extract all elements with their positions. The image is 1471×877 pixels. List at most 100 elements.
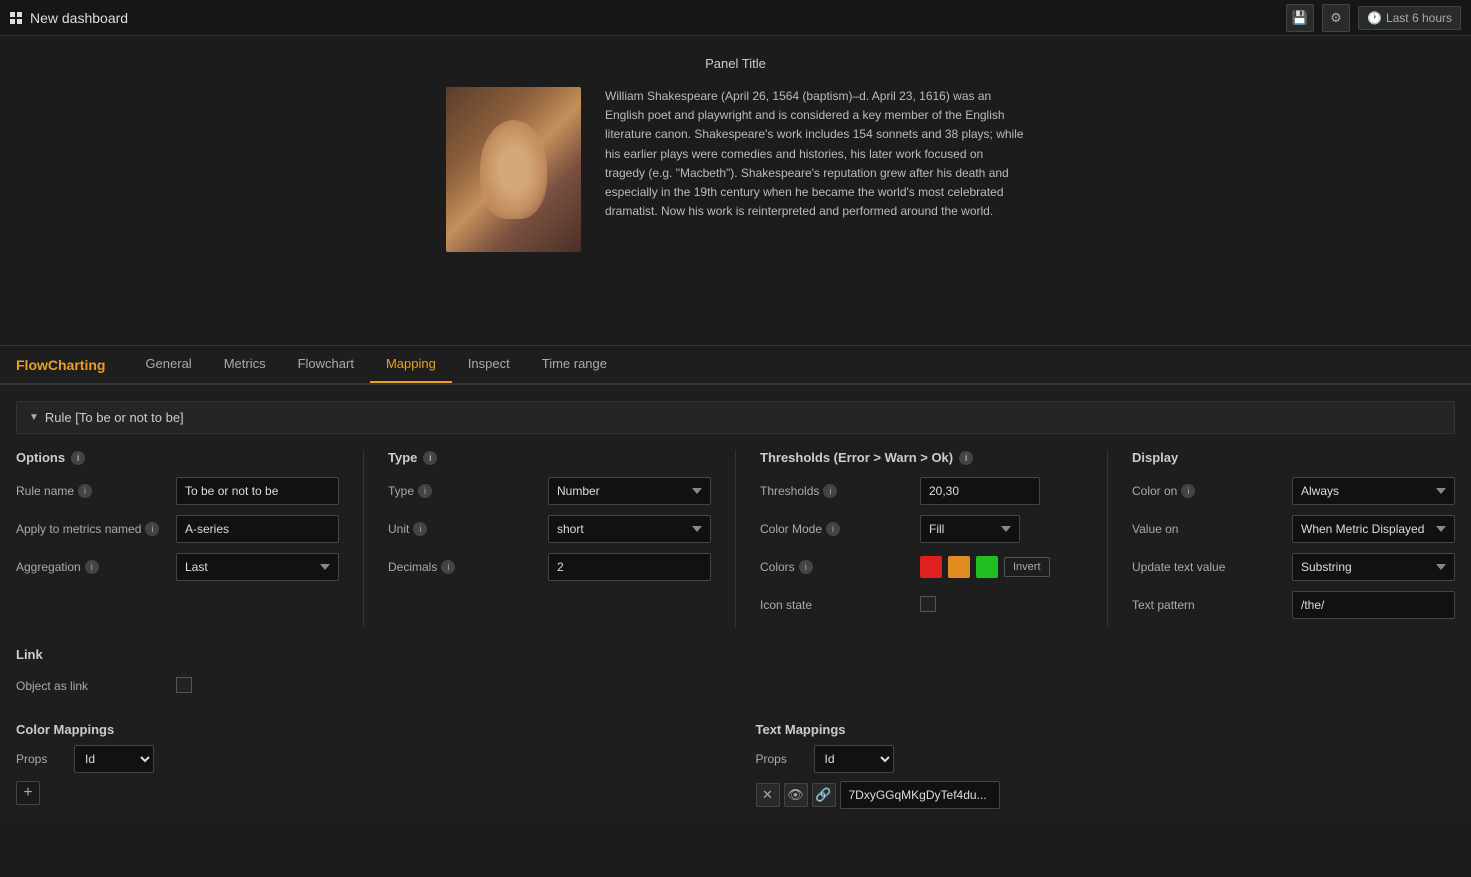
aggregation-info-icon[interactable]: i: [85, 560, 99, 574]
value-on-value: Always When Metric Displayed Never: [1292, 515, 1455, 543]
rule-label: Rule [To be or not to be]: [45, 410, 184, 425]
rule-header[interactable]: ▼ Rule [To be or not to be]: [16, 401, 1455, 434]
rule-name-info-icon[interactable]: i: [78, 484, 92, 498]
object-as-link-value: [176, 677, 1455, 696]
update-text-select[interactable]: Substring Pattern None: [1292, 553, 1455, 581]
color-props-label: Props: [16, 752, 66, 766]
color-on-value: Always When Metric Displayed Never: [1292, 477, 1455, 505]
divider-2: [735, 450, 736, 627]
settings-button[interactable]: ⚙: [1322, 4, 1350, 32]
divider-1: [363, 450, 364, 627]
tabs: General Metrics Flowchart Mapping Inspec…: [129, 346, 623, 383]
value-on-row: Value on Always When Metric Displayed Ne…: [1132, 513, 1455, 545]
rule-name-input[interactable]: [176, 477, 339, 505]
color-swatch-warn[interactable]: [948, 556, 970, 578]
aggregation-row: Aggregation i Last First Max Min Avg Sum: [16, 551, 339, 583]
color-props-select[interactable]: Id Name Style: [74, 745, 154, 773]
text-mappings-row: Props Id Name Style: [756, 745, 1456, 773]
thresholds-input[interactable]: [920, 477, 1040, 505]
unit-label: Unit i: [388, 522, 548, 536]
color-mode-info-icon[interactable]: i: [826, 522, 840, 536]
decimals-input[interactable]: [548, 553, 711, 581]
tab-mapping[interactable]: Mapping: [370, 346, 452, 383]
object-as-link-checkbox[interactable]: [176, 677, 192, 693]
update-text-label: Update text value: [1132, 560, 1292, 574]
thresholds-label: Thresholds i: [760, 484, 920, 498]
color-mode-select[interactable]: Fill Text Background: [920, 515, 1020, 543]
apply-metrics-row: Apply to metrics named i: [16, 513, 339, 545]
display-section: Display Color on i Always When Metric Di…: [1132, 450, 1455, 627]
rule-name-row: Rule name i: [16, 475, 339, 507]
text-props-select[interactable]: Id Name Style: [814, 745, 894, 773]
decimals-row: Decimals i: [388, 551, 711, 583]
save-button[interactable]: 💾: [1286, 4, 1314, 32]
color-on-info-icon[interactable]: i: [1181, 484, 1195, 498]
text-mappings-group: Text Mappings Props Id Name Style ✕ 👁 🔗: [756, 722, 1456, 809]
time-label: Last 6 hours: [1386, 11, 1452, 25]
color-mappings-group: Color Mappings Props Id Name Style +: [16, 722, 716, 805]
app-title: New dashboard: [30, 10, 128, 26]
type-row: Type i Number String Date: [388, 475, 711, 507]
tab-flowchart[interactable]: Flowchart: [282, 346, 370, 383]
text-mapping-input-row: ✕ 👁 🔗: [756, 781, 1456, 809]
decimals-value: [548, 553, 711, 581]
config-area: ▼ Rule [To be or not to be] Options i Ru…: [0, 385, 1471, 825]
unit-row: Unit i short long percent: [388, 513, 711, 545]
type-section: Type i Type i Number String Date: [388, 450, 711, 589]
eye-button[interactable]: 👁: [784, 783, 808, 807]
divider-3: [1107, 450, 1108, 627]
remove-text-mapping-button[interactable]: ✕: [756, 783, 780, 807]
tab-general[interactable]: General: [129, 346, 207, 383]
mappings-section: Color Mappings Props Id Name Style + Tex…: [16, 722, 1455, 809]
icon-state-checkbox[interactable]: [920, 596, 936, 612]
portrait-text: William Shakespeare (April 26, 1564 (bap…: [605, 87, 1025, 221]
update-text-value: Substring Pattern None: [1292, 553, 1455, 581]
tab-time-range[interactable]: Time range: [526, 346, 623, 383]
color-on-select[interactable]: Always When Metric Displayed Never: [1292, 477, 1455, 505]
type-select[interactable]: Number String Date: [548, 477, 711, 505]
aggregation-select[interactable]: Last First Max Min Avg Sum: [176, 553, 339, 581]
color-mode-value: Fill Text Background: [920, 515, 1083, 543]
thresholds-field-info-icon[interactable]: i: [823, 484, 837, 498]
value-on-select[interactable]: Always When Metric Displayed Never: [1292, 515, 1455, 543]
color-swatch-error[interactable]: [920, 556, 942, 578]
decimals-info-icon[interactable]: i: [441, 560, 455, 574]
unit-select[interactable]: short long percent: [548, 515, 711, 543]
text-mapping-input[interactable]: [840, 781, 1000, 809]
panel-content: William Shakespeare (April 26, 1564 (bap…: [446, 87, 1025, 252]
thresholds-info-icon[interactable]: i: [959, 451, 973, 465]
text-props-label: Props: [756, 752, 806, 766]
rule-name-label: Rule name i: [16, 484, 176, 498]
panel-title: Panel Title: [705, 56, 766, 71]
options-info-icon[interactable]: i: [71, 451, 85, 465]
invert-button[interactable]: Invert: [1004, 557, 1050, 577]
value-on-label: Value on: [1132, 522, 1292, 536]
apply-metrics-value: [176, 515, 339, 543]
type-value: Number String Date: [548, 477, 711, 505]
link-icon-button[interactable]: 🔗: [812, 783, 836, 807]
aggregation-label: Aggregation i: [16, 560, 176, 574]
object-as-link-row: Object as link: [16, 670, 1455, 702]
icon-state-value: [920, 596, 1083, 615]
decimals-label: Decimals i: [388, 560, 548, 574]
type-info-icon[interactable]: i: [423, 451, 437, 465]
apply-metrics-input[interactable]: [176, 515, 339, 543]
add-color-mapping-button[interactable]: +: [16, 781, 40, 805]
color-swatch-ok[interactable]: [976, 556, 998, 578]
panel-area: Panel Title William Shakespeare (April 2…: [0, 36, 1471, 346]
chevron-down-icon: ▼: [29, 412, 39, 423]
type-label: Type i: [388, 484, 548, 498]
thresholds-title: Thresholds (Error > Warn > Ok) i: [760, 450, 1083, 465]
type-field-info-icon[interactable]: i: [418, 484, 432, 498]
text-pattern-label: Text pattern: [1132, 598, 1292, 612]
colors-info-icon[interactable]: i: [799, 560, 813, 574]
thresholds-row: Thresholds i: [760, 475, 1083, 507]
text-pattern-input[interactable]: [1292, 591, 1455, 619]
thresholds-value: [920, 477, 1083, 505]
icon-state-label: Icon state: [760, 598, 920, 612]
apply-metrics-info-icon[interactable]: i: [145, 522, 159, 536]
unit-info-icon[interactable]: i: [413, 522, 427, 536]
time-range[interactable]: 🕐 Last 6 hours: [1358, 6, 1461, 30]
tab-metrics[interactable]: Metrics: [208, 346, 282, 383]
tab-inspect[interactable]: Inspect: [452, 346, 526, 383]
